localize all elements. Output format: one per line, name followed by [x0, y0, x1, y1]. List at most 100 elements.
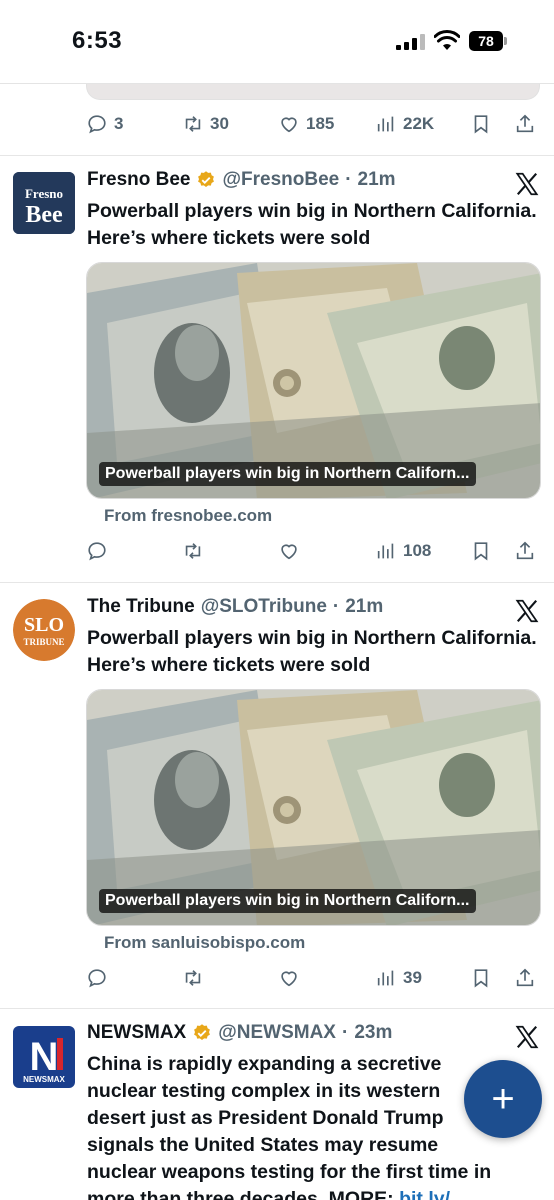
svg-text:NEWSMAX: NEWSMAX: [23, 1075, 65, 1084]
views-button[interactable]: 108: [375, 536, 431, 566]
link-source[interactable]: From sanluisobispo.com: [104, 933, 305, 953]
reply-button[interactable]: [86, 963, 108, 993]
svg-text:SLO: SLO: [24, 614, 64, 636]
views-icon: [377, 970, 394, 986]
retweet-button[interactable]: 30: [182, 109, 229, 139]
tweet-actions: 108: [86, 536, 540, 566]
author-name[interactable]: Fresno Bee: [87, 169, 190, 191]
verified-badge-icon: [194, 1024, 211, 1040]
card-caption: Powerball players win big in Northern Ca…: [99, 462, 476, 486]
tweet-actions: 39: [86, 963, 540, 993]
retweet-button[interactable]: [182, 536, 204, 566]
battery-icon: 78: [469, 31, 507, 51]
slo-tribune-logo: SLO TRIBUNE: [13, 599, 75, 661]
heart-icon: [281, 971, 297, 987]
reply-icon: [88, 969, 106, 988]
x-logo-icon: [515, 172, 539, 196]
share-icon: [516, 114, 534, 133]
link-source[interactable]: From fresnobee.com: [104, 506, 272, 526]
avatar[interactable]: SLO TRIBUNE: [13, 599, 75, 661]
svg-text:TRIBUNE: TRIBUNE: [23, 637, 64, 647]
share-icon: [516, 541, 534, 560]
views-button[interactable]: 39: [375, 963, 422, 993]
svg-text:N: N: [30, 1035, 59, 1079]
views-count: 108: [403, 541, 432, 560]
views-icon: [377, 116, 394, 132]
share-button[interactable]: [514, 963, 536, 993]
avatar[interactable]: N NEWSMAX: [13, 1026, 75, 1088]
status-time: 6:53: [72, 27, 123, 54]
tweet-text-line: more than three decades. MORE: bit.ly/: [87, 1186, 547, 1200]
retweet-count: 30: [210, 114, 229, 133]
like-button[interactable]: [278, 963, 300, 993]
author-handle[interactable]: @FresnoBee: [222, 169, 339, 191]
timestamp[interactable]: 23m: [354, 1022, 392, 1044]
author-handle[interactable]: @NEWSMAX: [218, 1022, 336, 1044]
link-card[interactable]: Powerball players win big in Northern Ca…: [86, 262, 541, 499]
views-count: 39: [403, 968, 422, 987]
tweet[interactable]: SLO TRIBUNE The Tribune @SLOTribune · 21…: [0, 583, 554, 1008]
tweet-text-fragment: more than three decades. MORE:: [87, 1188, 400, 1200]
share-button[interactable]: [514, 536, 536, 566]
svg-text:Fresno: Fresno: [25, 186, 63, 201]
like-count: 185: [306, 114, 335, 133]
reply-icon: [88, 542, 106, 561]
bookmark-icon: [474, 542, 488, 561]
tweet-text: Powerball players win big in Northern Ca…: [87, 627, 537, 676]
dot-separator: ·: [332, 596, 340, 617]
compose-button[interactable]: +: [464, 1060, 542, 1138]
status-bar: 6:53 78: [0, 0, 554, 84]
like-button[interactable]: 185: [278, 109, 334, 139]
wifi-icon: [434, 30, 460, 50]
author-name[interactable]: NEWSMAX: [87, 1022, 186, 1044]
fresno-bee-logo: Fresno Bee: [13, 172, 75, 234]
bookmark-button[interactable]: [470, 536, 492, 566]
link-card[interactable]: Powerball players win big in Northern Ca…: [86, 689, 541, 926]
author-handle[interactable]: @SLOTribune: [201, 596, 327, 618]
bookmark-icon: [474, 115, 488, 134]
tweet-text: Powerball players win big in Northern Ca…: [87, 200, 537, 249]
views-button[interactable]: 22K: [375, 109, 434, 139]
retweet-icon: [185, 116, 201, 132]
retweet-icon: [185, 543, 201, 559]
dot-separator: ·: [345, 169, 352, 190]
heart-icon: [281, 544, 297, 560]
tweet-header: Fresno Bee @FresnoBee · 21m: [87, 169, 396, 191]
avatar[interactable]: Fresno Bee: [13, 172, 75, 234]
tweet-text-line: nuclear weapons testing for the first ti…: [87, 1161, 492, 1183]
newsmax-logo: N NEWSMAX: [13, 1026, 75, 1088]
reply-icon: [88, 115, 106, 134]
heart-icon: [281, 117, 297, 133]
tweet[interactable]: Fresno Bee Fresno Bee @FresnoBee · 21m P…: [0, 156, 554, 584]
views-count: 22K: [403, 114, 435, 133]
retweet-icon: [185, 970, 201, 986]
reply-button[interactable]: [86, 536, 108, 566]
share-button[interactable]: [514, 109, 536, 139]
timestamp[interactable]: 21m: [358, 169, 396, 191]
bookmark-button[interactable]: [470, 109, 492, 139]
author-name[interactable]: The Tribune: [87, 596, 195, 618]
bookmark-icon: [474, 969, 488, 988]
reply-button[interactable]: 3: [86, 109, 123, 139]
plus-icon: +: [491, 1076, 515, 1121]
views-icon: [377, 543, 394, 559]
x-logo-icon: [515, 1025, 539, 1049]
share-icon: [516, 968, 534, 987]
svg-text:Bee: Bee: [25, 202, 63, 228]
card-caption: Powerball players win big in Northern Ca…: [99, 889, 476, 913]
tweet-header: The Tribune @SLOTribune · 21m: [87, 596, 383, 618]
x-logo-icon: [515, 599, 539, 623]
dot-separator: ·: [341, 1022, 349, 1043]
timestamp[interactable]: 21m: [345, 596, 383, 618]
bookmark-button[interactable]: [470, 963, 492, 993]
verified-badge-icon: [198, 171, 215, 187]
retweet-button[interactable]: [182, 963, 204, 993]
like-button[interactable]: [278, 536, 300, 566]
tweet-header: NEWSMAX @NEWSMAX · 23m: [87, 1022, 392, 1044]
tweet-text-line: signals the United States may resume: [87, 1134, 439, 1156]
previous-tweet-actions: 3 30 185 22K: [86, 109, 540, 139]
tweet-link[interactable]: bit.ly/: [399, 1188, 450, 1200]
battery-level: 78: [469, 31, 503, 51]
reply-count: 3: [114, 114, 124, 133]
signal-icon: [396, 34, 426, 50]
